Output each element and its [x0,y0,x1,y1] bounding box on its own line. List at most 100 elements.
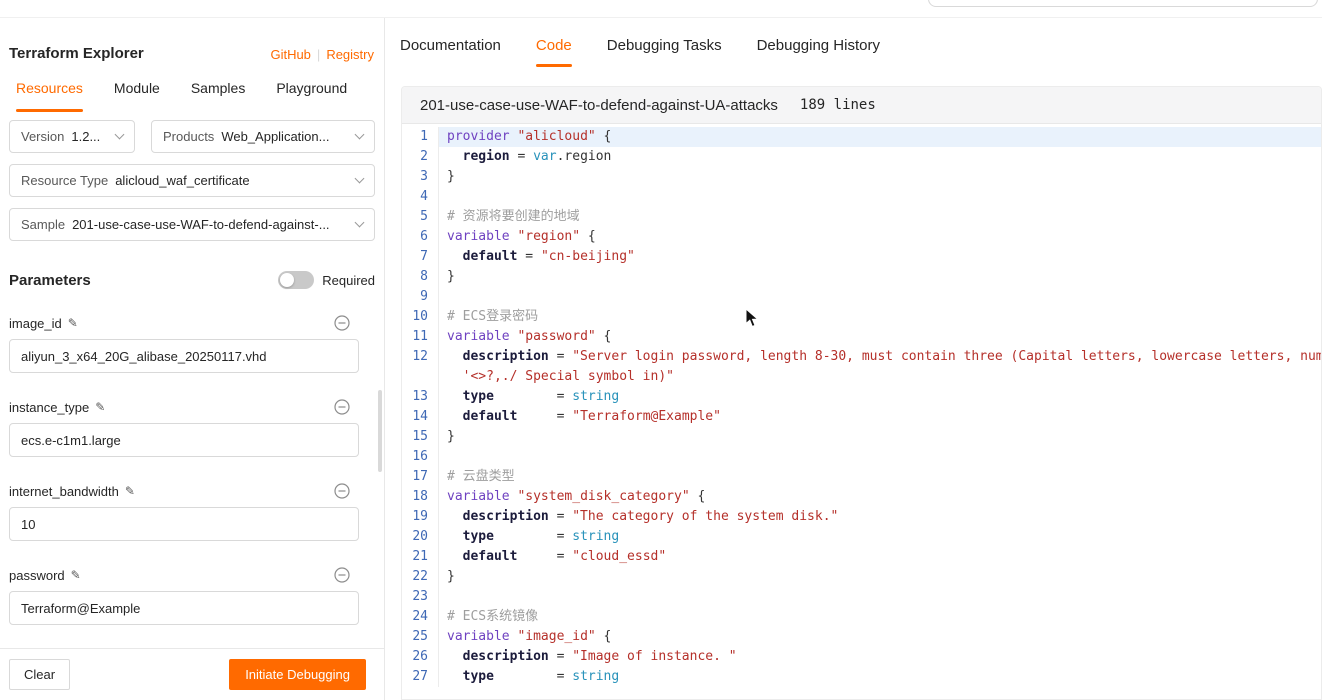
sidebar: Terraform Explorer GitHub | Registry Res… [0,18,385,700]
select-version[interactable]: Version1.2... [9,120,135,153]
chevron-down-icon [355,130,365,140]
select-products[interactable]: ProductsWeb_Application... [151,120,375,153]
collapse-icon[interactable] [334,315,350,331]
line-number: 14 [402,407,438,427]
line-content: description = "Server login password, le… [438,347,1321,367]
tab-documentation[interactable]: Documentation [400,18,501,72]
required-toggle[interactable]: Required [278,271,375,289]
line-number: 19 [402,507,438,527]
tab-debugging-tasks[interactable]: Debugging Tasks [607,18,722,72]
password-input[interactable] [9,591,359,625]
edit-icon[interactable]: ✎ [71,568,81,582]
image_id-input[interactable] [9,339,359,373]
select-sample[interactable]: Sample201-use-case-use-WAF-to-defend-aga… [9,208,375,241]
line-number: 7 [402,247,438,267]
line-content: variable "password" { [438,327,1321,347]
line-content: variable "image_id" { [438,627,1321,647]
line-number: 17 [402,467,438,487]
collapse-icon[interactable] [334,483,350,499]
select-row-3: Sample201-use-case-use-WAF-to-defend-aga… [9,208,375,241]
select-resource-type-label: Resource Type [21,173,108,188]
registry-link[interactable]: Registry [326,47,374,62]
line-content: # ECS登录密码 [438,307,1321,327]
code-line: 21 default = "cloud_essd" [402,547,1321,567]
tab-code[interactable]: Code [536,18,572,72]
github-link[interactable]: GitHub [270,47,310,62]
sidebar-tab-playground[interactable]: Playground [276,62,347,114]
code-panel: 201-use-case-use-WAF-to-defend-against-U… [401,86,1322,700]
code-line: 24# ECS系统镜像 [402,607,1321,627]
parameter-fields: image_id ✎ instance_type ✎ internet_bandwidt… [0,315,384,665]
select-sample-value: 201-use-case-use-WAF-to-defend-against-.… [72,217,329,232]
code-line: 19 description = "The category of the sy… [402,507,1321,527]
app-title: Terraform Explorer [9,45,144,62]
code-line: 9 [402,287,1321,307]
code-line: 4 [402,187,1321,207]
line-content: } [438,427,1321,447]
required-switch[interactable] [278,271,314,289]
sidebar-tab-resources[interactable]: Resources [16,62,83,114]
field-head-instance_type: instance_type ✎ [9,399,359,415]
code-line: 7 default = "cn-beijing" [402,247,1321,267]
clear-button[interactable]: Clear [9,659,70,690]
code-line: 14 default = "Terraform@Example" [402,407,1321,427]
sidebar-tab-module[interactable]: Module [114,62,160,114]
line-content: # 云盘类型 [438,467,1321,487]
internet_bandwidth-input[interactable] [9,507,359,541]
select-row-1: Version1.2... ProductsWeb_Application... [9,120,375,153]
edit-icon[interactable]: ✎ [125,484,135,498]
code-line: 8} [402,267,1321,287]
line-number: 11 [402,327,438,347]
required-toggle-label: Required [322,273,375,288]
line-number: 20 [402,527,438,547]
code-lines[interactable]: 1provider "alicloud" {2 region = var.reg… [402,124,1321,699]
line-content: default = "cloud_essd" [438,547,1321,567]
initiate-debugging-button[interactable]: Initiate Debugging [229,659,366,690]
code-line: 23 [402,587,1321,607]
line-number: 26 [402,647,438,667]
line-content: default = "Terraform@Example" [438,407,1321,427]
code-line: 2 region = var.region [402,147,1321,167]
parameter-field-image_id: image_id ✎ [9,315,359,373]
collapse-icon[interactable] [334,399,350,415]
sidebar-selects: Version1.2...ProductsWeb_Application... … [0,114,384,241]
main-tabs: Documentation Code Debugging Tasks Debuggin… [386,18,1322,72]
select-resource-type[interactable]: Resource Typealicloud_waf_certificate [9,164,375,197]
edit-icon[interactable]: ✎ [68,316,78,330]
line-content: provider "alicloud" { [438,127,1321,147]
code-line: 20 type = string [402,527,1321,547]
code-panel-header: 201-use-case-use-WAF-to-defend-against-U… [402,87,1321,124]
line-number: 23 [402,587,438,607]
edit-icon[interactable]: ✎ [95,400,105,414]
parameter-field-instance_type: instance_type ✎ [9,399,359,457]
line-number: 8 [402,267,438,287]
sidebar-tab-samples[interactable]: Samples [191,62,245,114]
line-content: description = "The category of the syste… [438,507,1321,527]
parameter-field-password: password✎ [9,567,359,625]
code-line: 1provider "alicloud" { [402,127,1321,147]
field-label-image_id: image_id [9,316,62,331]
top-search-input-partial[interactable] [928,0,1318,7]
sidebar-tabs: Resources Module Samples Playground [0,62,384,114]
external-links: GitHub | Registry [270,47,374,62]
line-content: '<>?,./ Special symbol in)" [438,367,1321,387]
line-number: 13 [402,387,438,407]
field-label-instance_type: instance_type [9,400,89,415]
sidebar-scrollbar[interactable] [378,390,382,472]
line-number: 24 [402,607,438,627]
code-line: 11variable "password" { [402,327,1321,347]
line-content: variable "system_disk_category" { [438,487,1321,507]
line-content: } [438,267,1321,287]
line-content: region = var.region [438,147,1321,167]
collapse-icon[interactable] [334,567,350,583]
field-head-password: password✎ [9,567,359,583]
line-content: description = "Image of instance. " [438,647,1321,667]
line-number: 9 [402,287,438,307]
line-number: 4 [402,187,438,207]
parameters-title: Parameters [9,272,91,289]
parameters-header: Parameters Required [0,271,384,289]
instance_type-input[interactable] [9,423,359,457]
select-products-value: Web_Application... [221,129,329,144]
field-label-internet_bandwidth: internet_bandwidth [9,484,119,499]
tab-debugging-history[interactable]: Debugging History [757,18,880,72]
